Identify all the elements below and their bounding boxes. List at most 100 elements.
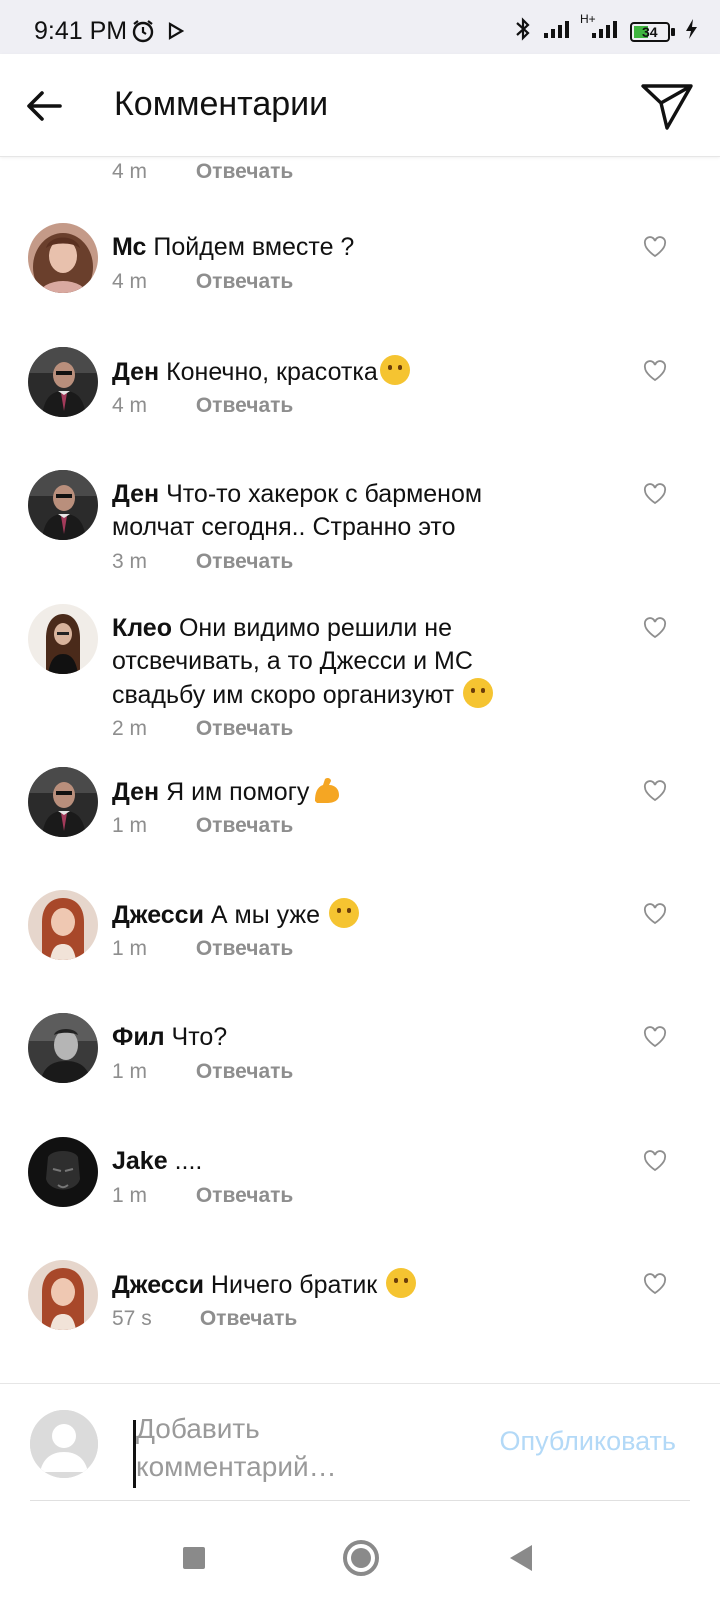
comment-time: 4 m <box>112 160 148 183</box>
signal-h-plus-icon: H+ <box>580 12 622 45</box>
comment-meta: 57 s Отвечать <box>112 1307 297 1331</box>
reply-button[interactable]: Отвечать <box>196 814 293 837</box>
divider <box>30 1500 690 1501</box>
avatar[interactable] <box>28 1137 98 1207</box>
avatar[interactable] <box>28 604 98 674</box>
comment-body: .... <box>174 1147 203 1175</box>
heart-icon[interactable] <box>643 903 667 925</box>
avatar[interactable] <box>28 347 98 417</box>
comment-username[interactable]: Джесси <box>112 1271 204 1299</box>
comment-username[interactable]: Ден <box>112 358 159 386</box>
comment-composer: Добавить комментарий… Опубликовать <box>0 1383 720 1503</box>
share-button[interactable] <box>640 80 694 132</box>
reply-button[interactable]: Отвечать <box>196 717 293 740</box>
comment-meta: 4 m Отвечать <box>112 270 293 294</box>
comment-time: 1 m <box>112 937 148 960</box>
comment-meta: 4 m Отвечать <box>112 394 293 418</box>
recents-button[interactable] <box>183 1547 205 1569</box>
status-right-icons: H+ 34 <box>512 12 698 47</box>
comment-text: Ден Конечно, красотка <box>112 355 622 389</box>
signal-icon <box>542 18 572 45</box>
heart-icon[interactable] <box>643 617 667 639</box>
reply-button[interactable]: Отвечать <box>196 1184 293 1207</box>
home-button[interactable] <box>343 1540 379 1576</box>
page-title: Комментарии <box>114 85 329 123</box>
heart-icon[interactable] <box>643 1026 667 1048</box>
heart-icon[interactable] <box>643 1150 667 1172</box>
comment-meta: 4 m Отвечать <box>112 160 293 184</box>
comment-text: Ден Что-то хакерок с барменом молчат сег… <box>112 478 532 544</box>
publish-button[interactable]: Опубликовать <box>499 1426 676 1457</box>
alarm-icon <box>130 18 156 49</box>
comment-body: Пойдем вместе ? <box>153 233 355 261</box>
comment-body: Конечно, красотка <box>166 358 378 386</box>
comment-time: 4 m <box>112 394 148 417</box>
bluetooth-icon <box>512 16 534 47</box>
comment-meta: 3 m Отвечать <box>112 550 293 574</box>
comment-meta: 2 m Отвечать <box>112 717 293 741</box>
comment-body: Что? <box>171 1023 228 1051</box>
comment-time: 57 s <box>112 1307 152 1330</box>
heart-icon[interactable] <box>643 360 667 382</box>
comment-body: Ничего братик <box>210 1271 378 1299</box>
heart-icon[interactable] <box>643 1273 667 1295</box>
tears-of-joy-icon <box>463 678 494 708</box>
comment-username[interactable]: Ден <box>112 480 159 508</box>
back-button[interactable] <box>22 84 66 128</box>
reply-button[interactable]: Отвечать <box>196 270 293 293</box>
reply-button[interactable]: Отвечать <box>196 550 293 573</box>
status-bar: 9:41 PM H+ 34 <box>0 0 720 54</box>
comment-time: 3 m <box>112 550 148 573</box>
status-left-icons <box>130 18 185 49</box>
winking-face-icon <box>379 355 410 385</box>
smiling-face-icon <box>386 1268 417 1298</box>
avatar[interactable] <box>28 767 98 837</box>
comment-body: А мы уже <box>210 901 321 929</box>
comments-list[interactable]: 4 m Отвечать Мс Пойдем вместе ? 4 m Отве… <box>0 157 720 1383</box>
comment-body: Что-то хакерок с барменом молчат сегодня… <box>112 480 483 541</box>
system-back-button[interactable] <box>510 1545 532 1571</box>
comment-text: Клео Они видимо решили не отсвечивать, а… <box>112 612 552 712</box>
arrow-left-icon <box>27 91 62 121</box>
comment-text: Мс Пойдем вместе ? <box>112 231 622 264</box>
heart-icon[interactable] <box>643 483 667 505</box>
comment-input[interactable]: Добавить комментарий… <box>136 1410 436 1486</box>
flexed-biceps-icon <box>311 775 341 805</box>
reply-button[interactable]: Отвечать <box>200 1307 297 1330</box>
heart-icon[interactable] <box>643 236 667 258</box>
comment-text: Jake .... <box>112 1145 622 1178</box>
battery-icon: 34 <box>630 21 676 43</box>
face-with-hand-over-mouth-icon <box>329 898 360 928</box>
comment-username[interactable]: Джесси <box>112 901 204 929</box>
reply-button[interactable]: Отвечать <box>196 1060 293 1083</box>
comment-username[interactable]: Мс <box>112 233 146 261</box>
avatar[interactable] <box>28 1260 98 1330</box>
avatar[interactable] <box>28 890 98 960</box>
comment-text: Джесси Ничего братик <box>112 1268 622 1302</box>
comment-text: Ден Я им помогу <box>112 775 622 809</box>
comment-text: Фил Что? <box>112 1021 622 1054</box>
status-time: 9:41 PM <box>34 17 128 45</box>
comment-meta: 1 m Отвечать <box>112 937 293 961</box>
system-nav-bar <box>0 1503 720 1600</box>
comment-meta: 1 m Отвечать <box>112 1060 293 1084</box>
heart-icon[interactable] <box>643 780 667 802</box>
comment-meta: 1 m Отвечать <box>112 1184 293 1208</box>
reply-button[interactable]: Отвечать <box>196 394 293 417</box>
avatar <box>30 1410 98 1478</box>
reply-button[interactable]: Отвечать <box>196 160 293 183</box>
comment-username[interactable]: Фил <box>112 1023 165 1051</box>
reply-button[interactable]: Отвечать <box>196 937 293 960</box>
avatar[interactable] <box>28 470 98 540</box>
comment-username[interactable]: Клео <box>112 614 172 642</box>
charging-icon <box>684 18 698 45</box>
comment-meta: 1 m Отвечать <box>112 814 293 838</box>
comment-username[interactable]: Jake <box>112 1147 168 1175</box>
comment-time: 1 m <box>112 814 148 837</box>
avatar[interactable] <box>28 223 98 293</box>
avatar[interactable] <box>28 1013 98 1083</box>
comment-time: 4 m <box>112 270 148 293</box>
play-store-icon <box>168 22 185 45</box>
paper-plane-icon <box>641 84 693 130</box>
comment-username[interactable]: Ден <box>112 778 159 806</box>
